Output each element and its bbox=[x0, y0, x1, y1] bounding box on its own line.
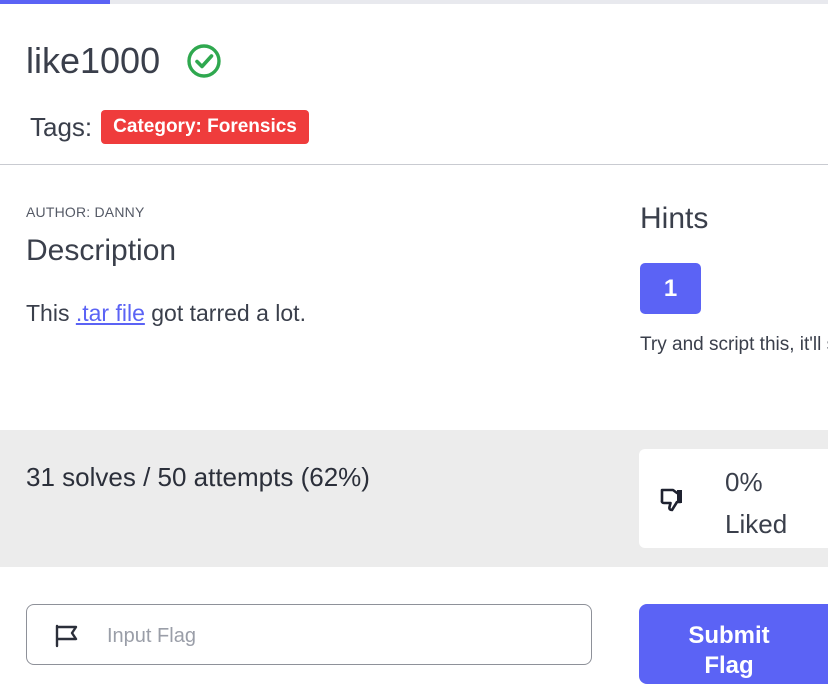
tags-row: Tags: Category: Forensics bbox=[30, 110, 309, 144]
description-heading: Description bbox=[26, 234, 177, 267]
description-text: This .tar file got tarred a lot. bbox=[26, 300, 306, 327]
challenge-header: like1000 bbox=[26, 40, 222, 82]
like-text: 0% Liked bbox=[725, 461, 787, 545]
flag-input[interactable] bbox=[105, 617, 579, 655]
header-divider bbox=[0, 164, 828, 165]
submit-flag-button[interactable]: Submit Flag bbox=[639, 604, 828, 684]
description-text-before: This bbox=[26, 300, 76, 326]
flag-icon bbox=[55, 624, 78, 648]
category-tag-badge[interactable]: Category: Forensics bbox=[101, 110, 309, 144]
hint-1-button[interactable]: 1 bbox=[640, 263, 701, 314]
tar-file-link[interactable]: .tar file bbox=[76, 300, 145, 326]
like-card[interactable]: 0% Liked bbox=[639, 449, 828, 548]
check-circle-icon bbox=[187, 44, 221, 78]
like-label: Liked bbox=[725, 509, 788, 539]
solves-stats: 31 solves / 50 attempts (62%) bbox=[26, 462, 370, 492]
active-tab-indicator bbox=[0, 0, 110, 4]
like-percent: 0% bbox=[725, 467, 763, 497]
flag-input-container bbox=[26, 604, 592, 665]
description-text-after: got tarred a lot. bbox=[144, 300, 306, 326]
author-label: AUTHOR: DANNY bbox=[26, 204, 145, 220]
hint-text: Try and script this, it'll save you a lo… bbox=[640, 334, 828, 355]
tags-label: Tags: bbox=[30, 111, 93, 142]
top-progress-strip bbox=[0, 0, 828, 4]
thumbs-down-icon[interactable] bbox=[659, 485, 687, 513]
hints-heading: Hints bbox=[640, 202, 709, 235]
challenge-title: like1000 bbox=[26, 40, 161, 81]
